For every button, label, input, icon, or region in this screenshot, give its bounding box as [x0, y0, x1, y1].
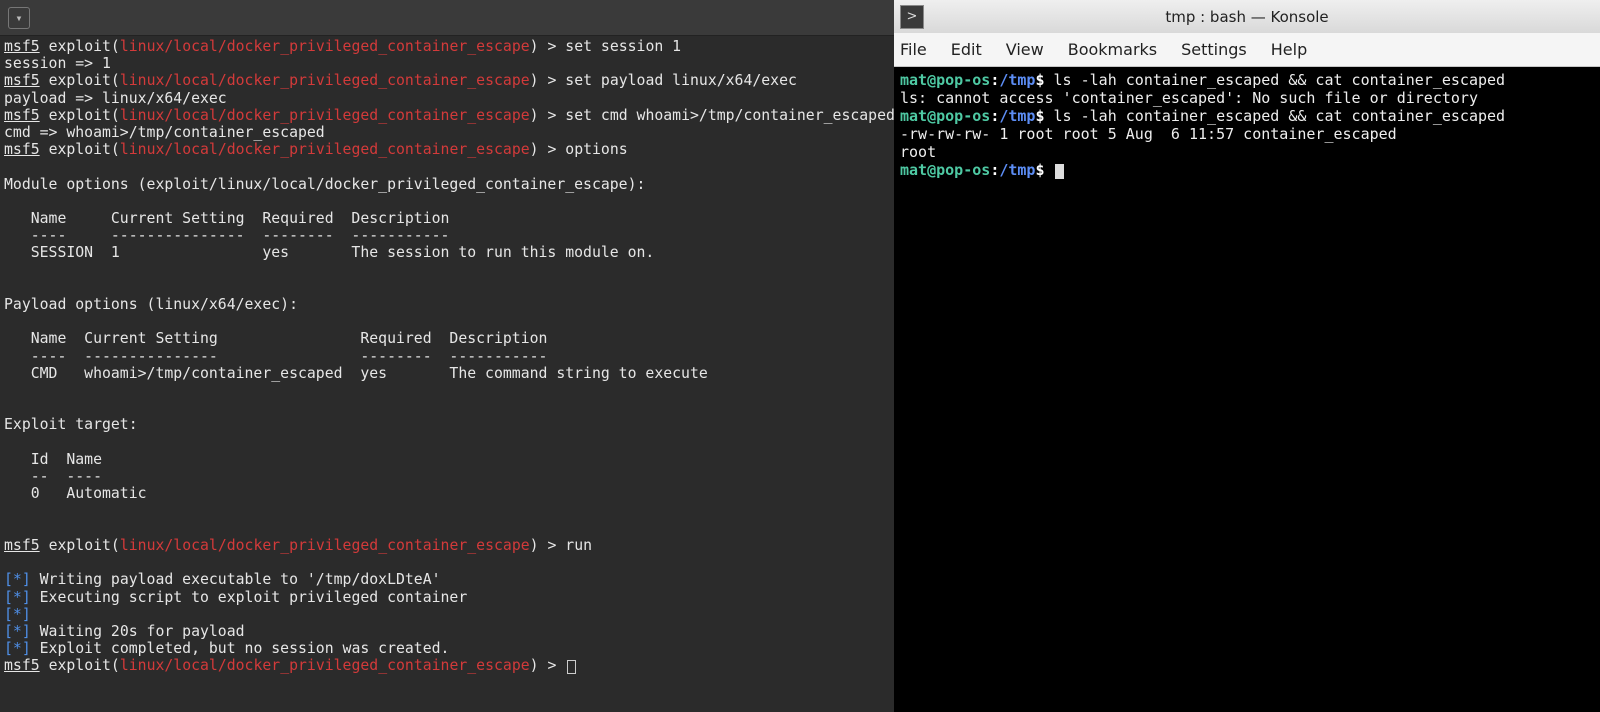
konsole-menubar: File Edit View Bookmarks Settings Help	[894, 33, 1600, 67]
menu-view[interactable]: View	[1006, 40, 1044, 59]
prompt-cwd: /tmp	[999, 71, 1035, 89]
prompt-user: mat@pop-os	[900, 107, 990, 125]
left-terminal-window: ▾ msf5 exploit(linux/local/docker_privil…	[0, 0, 894, 712]
prompt-dollar: $	[1035, 107, 1053, 125]
run-line-5: Exploit completed, but no session was cr…	[31, 640, 450, 657]
msf-context: exploit	[49, 657, 111, 674]
cmd-2: ls -lah container_escaped && cat contain…	[1054, 107, 1506, 125]
prompt-cwd: /tmp	[999, 107, 1035, 125]
msf-context: exploit	[49, 107, 111, 124]
msf-module: linux/local/docker_privileged_container_…	[120, 537, 530, 554]
msf-prompt: msf5	[4, 72, 40, 89]
cmd-set-payload: set payload linux/x64/exec	[565, 72, 797, 89]
prompt-cwd: /tmp	[999, 161, 1035, 179]
exploit-target-sep: -- ----	[4, 468, 102, 485]
module-options-cols: Name Current Setting Required Descriptio…	[4, 210, 449, 227]
out-set-payload: payload => linux/x64/exec	[4, 90, 227, 107]
payload-options-header: Payload options (linux/x64/exec):	[4, 296, 298, 313]
payload-options-cols: Name Current Setting Required Descriptio…	[4, 330, 547, 347]
konsole-window: > tmp : bash — Konsole File Edit View Bo…	[894, 0, 1600, 712]
menu-settings[interactable]: Settings	[1181, 40, 1247, 59]
out-set-session: session => 1	[4, 55, 111, 72]
out-set-cmd: cmd => whoami>/tmp/container_escaped	[4, 124, 325, 141]
menu-edit[interactable]: Edit	[951, 40, 982, 59]
msf-module: linux/local/docker_privileged_container_…	[120, 38, 530, 55]
prompt-dollar: $	[1035, 71, 1053, 89]
msf-prompt: msf5	[4, 657, 40, 674]
msf-context: exploit	[49, 72, 111, 89]
msf-context: exploit	[49, 537, 111, 554]
menu-bookmarks[interactable]: Bookmarks	[1068, 40, 1157, 59]
status-star-icon: [*]	[4, 623, 31, 640]
prompt-colon: :	[990, 71, 999, 89]
konsole-window-title: tmp : bash — Konsole	[894, 8, 1600, 26]
exploit-target-header: Exploit target:	[4, 416, 138, 433]
status-star-icon: [*]	[4, 589, 31, 606]
cmd-run: run	[565, 537, 592, 554]
msf-module: linux/local/docker_privileged_container_…	[120, 107, 530, 124]
out-2b: root	[900, 143, 936, 161]
module-options-row: SESSION 1 yes The session to run this mo…	[4, 244, 654, 261]
out-2a: -rw-rw-rw- 1 root root 5 Aug 6 11:57 con…	[900, 125, 1397, 143]
run-line-2: Executing script to exploit privileged c…	[31, 589, 468, 606]
run-line-1: Writing payload executable to '/tmp/doxL…	[31, 571, 441, 588]
menu-file[interactable]: File	[900, 40, 927, 59]
status-star-icon: [*]	[4, 571, 31, 588]
exploit-target-cols: Id Name	[4, 451, 102, 468]
cmd-set-session: set session 1	[565, 38, 681, 55]
msf-prompt: msf5	[4, 537, 40, 554]
status-star-icon: [*]	[4, 606, 31, 623]
msf-module: linux/local/docker_privileged_container_…	[120, 72, 530, 89]
konsole-titlebar: > tmp : bash — Konsole	[894, 0, 1600, 33]
left-terminal-output[interactable]: msf5 exploit(linux/local/docker_privileg…	[0, 36, 894, 712]
prompt-user: mat@pop-os	[900, 161, 990, 179]
run-line-4: Waiting 20s for payload	[31, 623, 245, 640]
new-tab-dropdown-icon[interactable]: ▾	[8, 7, 30, 29]
msf-prompt: msf5	[4, 107, 40, 124]
terminal-cursor	[1055, 164, 1064, 179]
prompt-dollar: $	[1035, 161, 1053, 179]
msf-module: linux/local/docker_privileged_container_…	[120, 657, 530, 674]
konsole-terminal-output[interactable]: mat@pop-os:/tmp$ ls -lah container_escap…	[894, 67, 1600, 712]
prompt-colon: :	[990, 161, 999, 179]
msf-prompt: msf5	[4, 141, 40, 158]
payload-options-sep: ---- --------------- -------- ----------…	[4, 348, 547, 365]
msf-context: exploit	[49, 141, 111, 158]
out-1: ls: cannot access 'container_escaped': N…	[900, 89, 1478, 107]
msf-prompt: msf5	[4, 38, 40, 55]
msf-context: exploit	[49, 38, 111, 55]
cmd-1: ls -lah container_escaped && cat contain…	[1054, 71, 1506, 89]
cmd-set-cmd: set cmd whoami>/tmp/container_escaped	[565, 107, 894, 124]
left-terminal-titlebar: ▾	[0, 0, 894, 36]
module-options-header: Module options (exploit/linux/local/dock…	[4, 176, 645, 193]
menu-help[interactable]: Help	[1271, 40, 1307, 59]
prompt-user: mat@pop-os	[900, 71, 990, 89]
terminal-cursor	[567, 660, 576, 674]
module-options-sep: ---- --------------- -------- ----------…	[4, 227, 449, 244]
status-star-icon: [*]	[4, 640, 31, 657]
prompt-colon: :	[990, 107, 999, 125]
cmd-options: options	[565, 141, 627, 158]
payload-options-row: CMD whoami>/tmp/container_escaped yes Th…	[4, 365, 708, 382]
msf-module: linux/local/docker_privileged_container_…	[120, 141, 530, 158]
exploit-target-row: 0 Automatic	[4, 485, 147, 502]
